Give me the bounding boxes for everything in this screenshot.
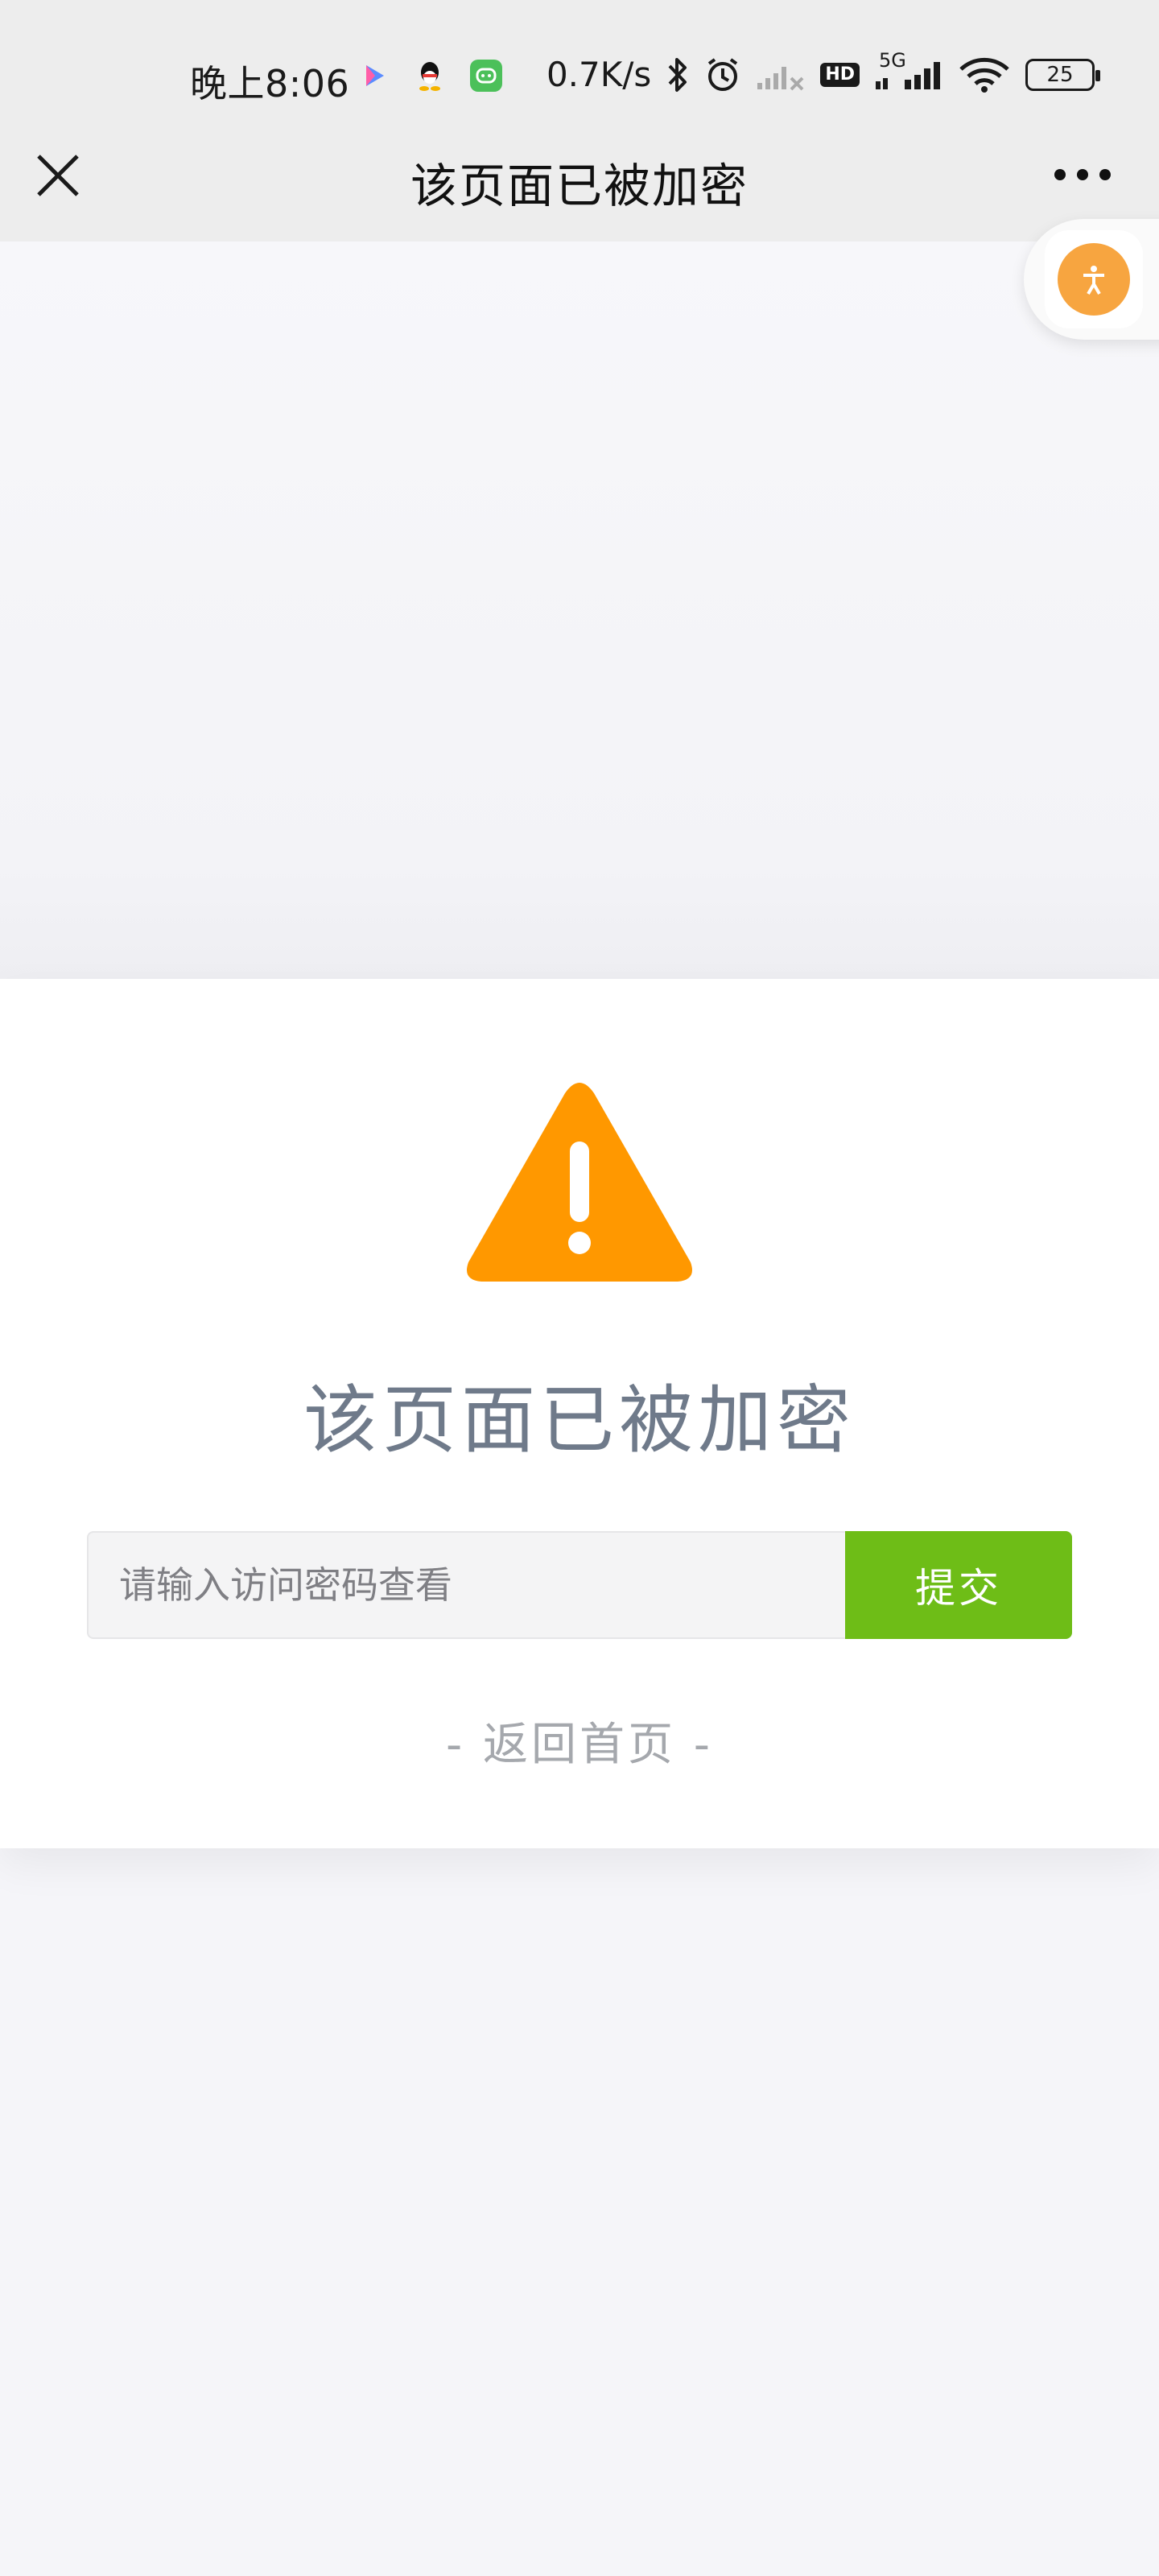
submit-button[interactable]: 提交 xyxy=(845,1531,1072,1639)
password-input[interactable] xyxy=(87,1531,845,1639)
video-app-icon xyxy=(357,60,390,92)
status-time: 晚上8:06 xyxy=(190,62,350,105)
signal-5g-icon: 5G xyxy=(874,49,943,93)
wifi-icon xyxy=(958,56,1011,93)
battery-icon: 25 xyxy=(1025,58,1100,91)
more-dot xyxy=(1077,169,1088,180)
nav-bar: 该页面已被加密 xyxy=(0,134,1159,230)
accessibility-button-inner xyxy=(1045,230,1143,328)
network-type: 5G xyxy=(879,48,906,72)
notification-icons xyxy=(357,60,502,92)
page: 晚上8:06 0.7K/s HD 5G 25 该页面已被加密 该页面已被加密 请… xyxy=(0,0,1159,2576)
qq-icon xyxy=(414,60,446,92)
accessibility-icon xyxy=(1058,243,1130,316)
signal-icon xyxy=(756,59,806,91)
more-dot xyxy=(1099,169,1111,180)
more-icon[interactable] xyxy=(1054,169,1111,180)
background-area xyxy=(0,242,1159,979)
encrypted-title: 该页面已被加密 xyxy=(303,1377,856,1463)
more-dot xyxy=(1054,169,1066,180)
status-right: 0.7K/s HD 5G 25 xyxy=(546,49,1100,94)
bluetooth-icon xyxy=(666,56,690,93)
top-bar: 晚上8:06 0.7K/s HD 5G 25 该页面已被加密 xyxy=(0,0,1159,250)
encrypted-card: 该页面已被加密 提交 - 返回首页 - xyxy=(0,979,1159,1848)
chat-app-icon xyxy=(470,60,502,92)
hd-badge: HD xyxy=(820,62,860,87)
network-speed: 0.7K/s xyxy=(546,55,652,94)
accessibility-button[interactable] xyxy=(1024,219,1159,340)
alarm-icon xyxy=(704,56,741,93)
warning-icon xyxy=(464,1079,695,1285)
page-title: 该页面已被加密 xyxy=(410,159,749,213)
password-form: 提交 xyxy=(87,1531,1072,1639)
battery-level: 25 xyxy=(1046,62,1074,87)
back-home-link[interactable]: - 返回首页 - xyxy=(0,1708,1159,1773)
